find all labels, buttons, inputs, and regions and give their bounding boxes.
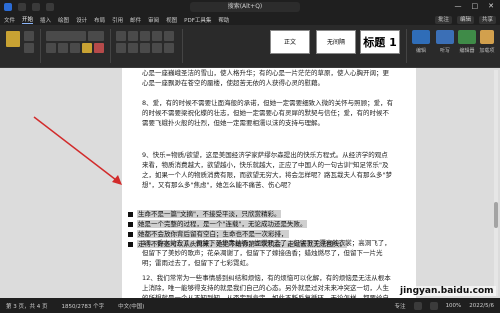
selected-line[interactable]: 生命不是一篇"文摘"，不接受平淡，只欣赏精彩。 (128, 209, 396, 219)
divider (40, 29, 41, 63)
style-heading-1[interactable]: 标题 1 (360, 30, 400, 54)
justify-icon[interactable] (152, 43, 162, 53)
divider (182, 29, 183, 63)
paragraph[interactable]: 9、快乐=物质/欲望，这是美国经济学家萨缪尔森提出的快乐方程式。从经济学的观点来… (142, 150, 394, 190)
bullet-icon (128, 241, 133, 247)
ribbon: 正文 无间隔 标题 1 编辑 听写 编辑器 加载项 (0, 25, 500, 68)
close-button[interactable]: ✕ (488, 2, 494, 10)
style-no-spacing[interactable]: 无间隔 (316, 30, 356, 54)
zoom-level[interactable]: 100% (446, 303, 462, 309)
divider (406, 29, 407, 63)
editing-label: 编辑 (415, 48, 426, 54)
tab-help[interactable]: 帮助 (218, 16, 229, 24)
underline-icon[interactable] (70, 43, 80, 53)
paragraph[interactable]: 8、爱，有的时候不需要让面海般的承诺，但她一定需要细致入微的关怀与照顾；爱，有的… (142, 98, 394, 128)
print-layout-icon[interactable] (429, 301, 438, 310)
undo-icon[interactable] (46, 3, 54, 11)
bold-icon[interactable] (46, 43, 56, 53)
tab-draw[interactable]: 绘图 (58, 16, 69, 24)
document-page[interactable]: 心是一座巍峨圣洁的雪山，使人格升华；有的心是一片茫茫的草原，使人心胸开阔；更心是… (122, 68, 416, 312)
italic-icon[interactable] (58, 43, 68, 53)
tab-review[interactable]: 审阅 (148, 16, 159, 24)
tab-home[interactable]: 开始 (22, 15, 34, 24)
read-mode-icon[interactable] (413, 301, 422, 310)
find-icon[interactable] (412, 30, 430, 44)
share-button[interactable]: 共享 (478, 15, 496, 24)
watermark: jingyan.baidu.com (398, 286, 496, 296)
clock-date: 2022/5/6 (469, 302, 494, 309)
maximize-button[interactable]: □ (472, 2, 479, 10)
comments-button[interactable]: 批注 (434, 15, 452, 24)
font-size-select[interactable] (88, 31, 104, 41)
bullets-icon[interactable] (116, 31, 126, 41)
search-box[interactable]: 搜索(Alt+Q) (190, 2, 300, 12)
divider (110, 29, 111, 63)
paragraph[interactable]: 11、香水兑去了，但留下了华贵丝绸；蝴蝶死去了，但留下了漂亮的衣裳；高洞飞了，但… (142, 238, 394, 268)
align-right-icon[interactable] (140, 43, 150, 53)
status-bar: 第 3 页，共 4 页 1850/2783 个字 中文(中国) 专注 100% … (0, 298, 500, 313)
focus-mode[interactable]: 专注 (395, 302, 406, 310)
quick-access-toolbar (4, 3, 54, 11)
save-icon[interactable] (32, 3, 40, 11)
addins-icon[interactable] (480, 30, 494, 44)
editing-button[interactable]: 编辑 (456, 15, 474, 24)
tab-insert[interactable]: 插入 (40, 16, 51, 24)
language[interactable]: 中文(中国) (118, 302, 144, 310)
font-name-select[interactable] (46, 31, 86, 41)
window-controls: — □ ✕ (455, 2, 495, 10)
addins-label: 加载项 (479, 48, 495, 54)
autosave-icon[interactable] (18, 3, 26, 11)
minimize-button[interactable]: — (455, 2, 462, 10)
tab-layout[interactable]: 布局 (94, 16, 105, 24)
bullet-icon (128, 211, 133, 217)
scrollbar-thumb[interactable] (494, 202, 498, 228)
cut-icon[interactable] (24, 31, 34, 41)
tab-file[interactable]: 文件 (4, 16, 15, 24)
tab-view[interactable]: 视图 (166, 16, 177, 24)
line-spacing-icon[interactable] (164, 43, 174, 53)
tab-design[interactable]: 设计 (76, 16, 87, 24)
copy-icon[interactable] (24, 43, 34, 53)
align-left-icon[interactable] (116, 43, 126, 53)
selected-line[interactable]: 她是一个完整的过程，是一个"连载"，无论成功还是失败。 (128, 219, 396, 229)
tab-references[interactable]: 引用 (112, 16, 123, 24)
vertical-scrollbar[interactable] (494, 70, 498, 296)
tab-pdf-tools[interactable]: PDF工具集 (184, 16, 211, 24)
font-color-icon[interactable] (94, 43, 104, 53)
paragraph[interactable]: 心是一座巍峨圣洁的雪山，使人格升华；有的心是一片茫茫的草原，使人心胸开阔；更心是… (142, 68, 394, 88)
document-workspace: 心是一座巍峨圣洁的雪山，使人格升华；有的心是一片茫茫的草原，使人心胸开阔；更心是… (0, 68, 500, 312)
increase-indent-icon[interactable] (164, 31, 174, 41)
word-count[interactable]: 1850/2783 个字 (62, 302, 105, 310)
highlight-icon[interactable] (82, 43, 92, 53)
bullet-icon (128, 231, 133, 237)
editor-icon[interactable] (458, 30, 476, 44)
title-bar: 搜索(Alt+Q) — □ ✕ (0, 0, 500, 14)
style-normal[interactable]: 正文 (270, 30, 310, 54)
selected-text: 她都不会放你背后留有空白；生命也不是一次彩排， (137, 230, 289, 238)
multilevel-list-icon[interactable] (140, 31, 150, 41)
page-count[interactable]: 第 3 页，共 4 页 (6, 302, 48, 310)
tab-mailings[interactable]: 邮件 (130, 16, 141, 24)
paste-icon[interactable] (6, 31, 20, 47)
bullet-icon (128, 221, 133, 227)
ribbon-tabs: 文件 开始 插入 绘图 设计 布局 引用 邮件 审阅 视图 PDF工具集 帮助 … (0, 14, 500, 25)
align-center-icon[interactable] (128, 43, 138, 53)
decrease-indent-icon[interactable] (152, 31, 162, 41)
dictate-icon[interactable] (436, 30, 454, 44)
selected-text: 她是一个完整的过程，是一个"连载"，无论成功还是失败。 (137, 220, 308, 228)
numbering-icon[interactable] (128, 31, 138, 41)
selected-text: 生命不是一篇"文摘"，不接受平淡，只欣赏精彩。 (137, 210, 282, 218)
word-logo-icon (4, 3, 12, 11)
